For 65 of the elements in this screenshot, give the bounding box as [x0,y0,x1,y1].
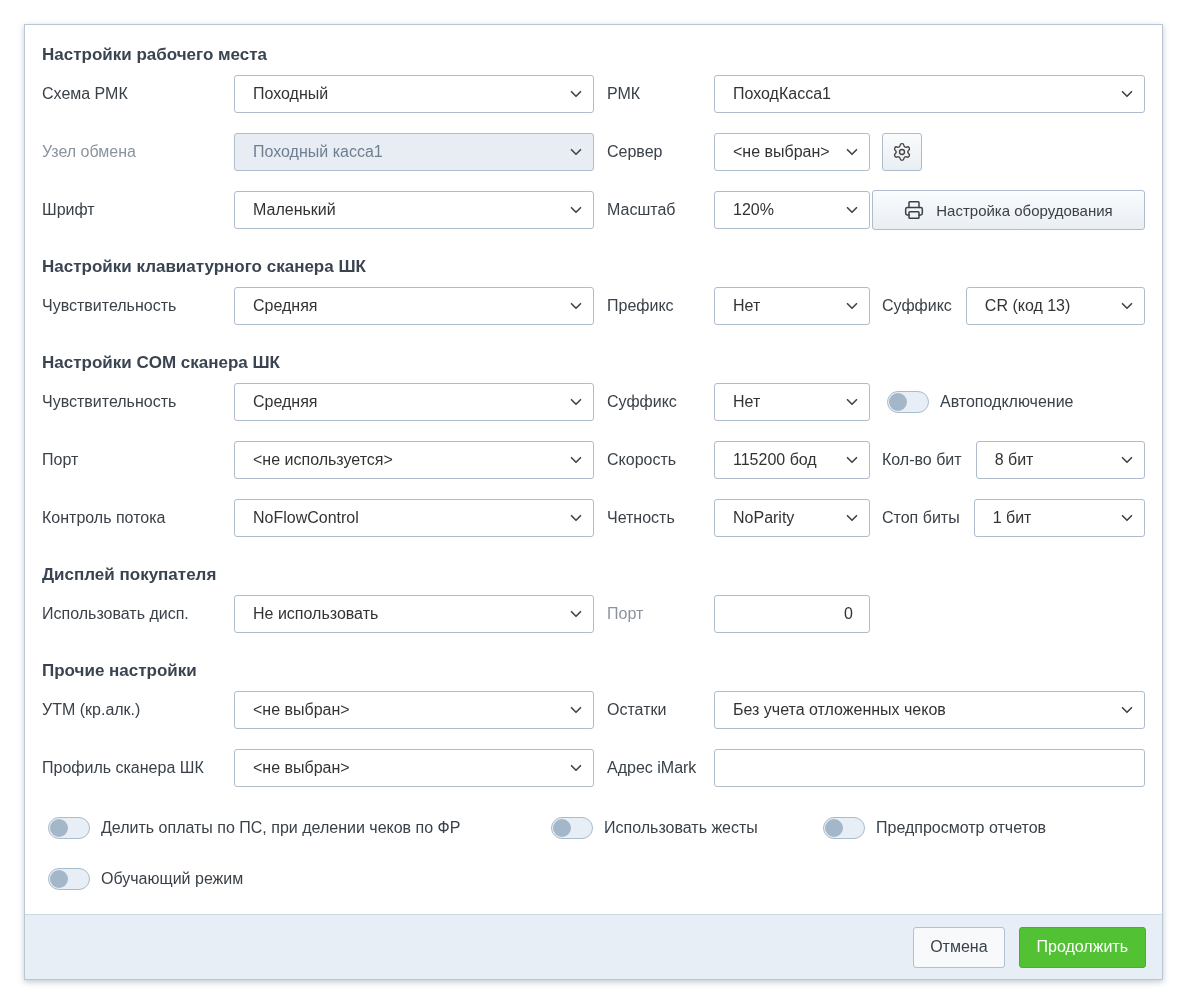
dropdown-select[interactable]: <не выбран> [234,691,594,729]
dropdown-select[interactable]: 8 бит [975,441,1145,479]
section-heading: Настройки клавиатурного сканера ШК [42,256,367,278]
field-label: Адрес iMark [607,759,698,777]
toggle-switch[interactable] [48,868,90,890]
dropdown-select[interactable]: CR (код 13) [965,287,1145,325]
field-label: Профиль сканера ШК [42,759,205,777]
field-label: Шрифт [42,201,96,219]
toggle-switch[interactable] [48,817,90,839]
dropdown-select[interactable]: ПоходКасса1 [714,75,1145,113]
toggle-label: Обучающий режим [101,870,244,888]
field-label: Чувствительность [42,297,178,315]
field-label: Порт [607,605,645,623]
field-label: Кол-во бит [882,451,962,469]
dropdown-select[interactable]: 120% [714,191,870,229]
dropdown-select[interactable]: Нет [714,287,870,325]
toggle-label: Предпросмотр отчетов [876,819,1047,837]
toggle-switch[interactable] [887,391,929,413]
field-label: Стоп биты [882,509,960,527]
field-label: Использовать дисп. [42,605,190,623]
toggle-switch[interactable] [551,817,593,839]
field-label: Масштаб [607,201,677,219]
dropdown-select[interactable]: Маленький [234,191,594,229]
number-field[interactable]: 0 [714,595,870,633]
field-label: Порт [42,451,80,469]
field-label: Префикс [607,297,675,315]
dropdown-select[interactable]: Средняя [234,383,594,421]
field-label: Схема РМК [42,85,129,103]
toggle-switch[interactable] [823,817,865,839]
section-heading: Дисплей покупателя [42,564,218,586]
field-label: Контроль потока [42,509,167,527]
equipment-settings-button[interactable]: Настройка оборудования [872,190,1145,230]
field-label: Чувствительность [42,393,178,411]
field-label: Скорость [607,451,678,469]
dropdown-select[interactable]: Не использовать [234,595,594,633]
field-label: Суффикс [882,297,952,315]
section-heading: Настройки рабочего места [42,44,269,66]
dropdown-select[interactable]: Без учета отложенных чеков [714,691,1145,729]
section-heading: Прочие настройки [42,660,198,682]
field-label: Четность [607,509,676,527]
settings-icon [892,142,912,162]
dropdown-select[interactable]: Нет [714,383,870,421]
section-heading: Настройки COM сканера ШК [42,352,281,374]
toggle-label: Использовать жесты [604,819,758,837]
dropdown-select[interactable]: <не используется> [234,441,594,479]
dropdown-select[interactable]: NoParity [714,499,870,537]
field-label: УТМ (кр.алк.) [42,701,142,719]
field-label: РМК [607,85,642,103]
dropdown-select[interactable]: <не выбран> [714,133,870,171]
dropdown-select[interactable]: Средняя [234,287,594,325]
text-field[interactable] [714,749,1145,787]
field-label: Суффикс [607,393,678,411]
dropdown-select[interactable]: 115200 бод [714,441,870,479]
dropdown-select[interactable]: Походный [234,75,594,113]
toggle-label: Автоподключение [940,393,1074,411]
dropdown-select[interactable]: <не выбран> [234,749,594,787]
toggle-label: Делить оплаты по ПС, при делении чеков по ФР [101,819,461,837]
field-label: Сервер [607,143,664,161]
dropdown-select[interactable]: NoFlowControl [234,499,594,537]
printer-icon [904,200,925,220]
field-label: Остатки [607,701,668,719]
settings-button[interactable] [882,133,922,171]
field-label: Узел обмена [42,143,137,161]
cancel-button[interactable]: Отмена [913,926,1005,968]
dropdown-select[interactable]: 1 бит [973,499,1145,537]
